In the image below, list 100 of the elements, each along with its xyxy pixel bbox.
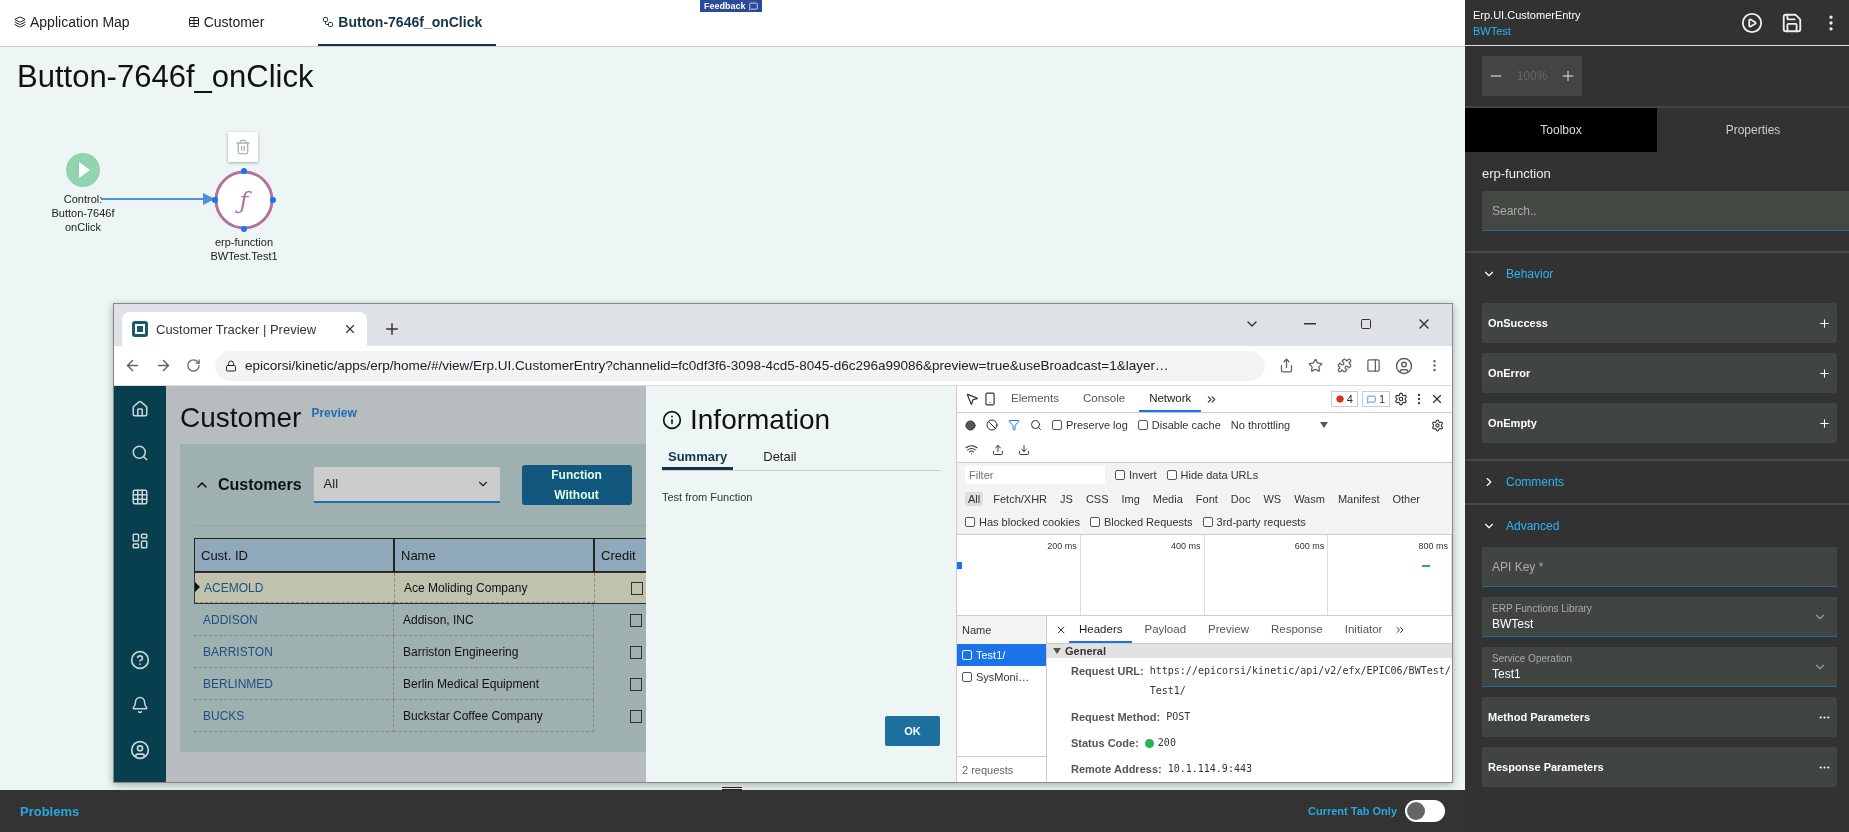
option-checkbox[interactable]: Has blocked cookies: [965, 516, 1080, 528]
section-header[interactable]: Advanced: [1465, 505, 1849, 547]
table-row[interactable]: BERLINMED Berlin Medical Equipment: [194, 668, 646, 700]
devtools-tab[interactable]: Network: [1139, 386, 1202, 412]
api-key-field[interactable]: API Key *: [1482, 547, 1837, 587]
type-filter[interactable]: All: [965, 491, 984, 506]
type-filter[interactable]: CSS: [1082, 491, 1112, 506]
type-filter[interactable]: Doc: [1227, 491, 1254, 506]
function-button[interactable]: Function Without: [521, 464, 632, 505]
checkbox[interactable]: [965, 517, 975, 527]
type-filter[interactable]: Font: [1192, 491, 1221, 506]
checkbox[interactable]: [1166, 470, 1177, 480]
type-filter[interactable]: JS: [1057, 491, 1076, 506]
type-filter[interactable]: Wasm: [1291, 491, 1328, 506]
devtools-tab[interactable]: Elements: [1001, 386, 1069, 412]
panel-tab[interactable]: Summary: [662, 446, 734, 470]
function-node[interactable]: ƒ: [211, 167, 277, 233]
filter-select[interactable]: All: [313, 466, 500, 503]
type-filter[interactable]: Img: [1118, 491, 1143, 506]
option-checkbox[interactable]: 3rd-party requests: [1202, 516, 1306, 528]
app-logo-icon: [132, 321, 148, 337]
option-checkbox[interactable]: Invert: [1115, 469, 1157, 481]
request-row[interactable]: SysMoni…: [957, 666, 1046, 688]
type-filter[interactable]: Fetch/XHR: [990, 491, 1051, 506]
column-header[interactable]: Credit: [594, 538, 646, 572]
play-icon[interactable]: [1741, 11, 1763, 34]
throttling-select[interactable]: No throttling: [1230, 419, 1329, 431]
request-row[interactable]: Test1/: [957, 644, 1046, 666]
column-header[interactable]: Name: [394, 538, 594, 572]
event-row[interactable]: OnError: [1482, 353, 1837, 393]
table-row[interactable]: BARRISTON Barriston Engineering: [194, 636, 646, 668]
event-label: OnEmpty: [1488, 417, 1537, 429]
zoom-in-icon[interactable]: [1560, 68, 1576, 84]
select-field[interactable]: ERP Functions Library BWTest: [1482, 597, 1837, 637]
table-row[interactable]: ACEMOLD Ace Moliding Company: [194, 572, 646, 604]
event-row[interactable]: OnEmpty: [1482, 403, 1837, 443]
new-tab-icon[interactable]: [383, 320, 401, 338]
checkbox[interactable]: [1089, 517, 1100, 527]
checkbox[interactable]: [631, 581, 643, 595]
checkbox[interactable]: [1137, 420, 1148, 430]
add-icon[interactable]: [1818, 366, 1831, 380]
request-info-tab[interactable]: Payload: [1134, 616, 1197, 643]
feedback-button[interactable]: Feedback: [700, 0, 762, 12]
checkbox[interactable]: [1202, 517, 1213, 527]
option-checkbox[interactable]: Hide data URLs: [1166, 469, 1259, 481]
option-checkbox[interactable]: Blocked Requests: [1089, 516, 1193, 528]
request-info-tab[interactable]: Response: [1260, 616, 1333, 643]
parameters-row[interactable]: Response Parameters: [1482, 747, 1837, 787]
save-icon[interactable]: [1781, 11, 1803, 34]
toggle-switch[interactable]: [1405, 800, 1445, 822]
message-icon: [1366, 394, 1376, 404]
filter-field[interactable]: Filter: [965, 466, 1105, 484]
layer-name[interactable]: BWTest: [1473, 24, 1581, 37]
resize-handle[interactable]: [722, 787, 742, 790]
select-field[interactable]: Service Operation Test1: [1482, 647, 1837, 687]
device-icon: [983, 392, 997, 406]
start-node[interactable]: [65, 152, 101, 188]
option-checkbox[interactable]: Preserve log: [1052, 419, 1128, 431]
checkbox[interactable]: [630, 613, 642, 627]
panel-tab[interactable]: Toolbox: [1465, 108, 1657, 152]
event-row[interactable]: OnSuccess: [1482, 303, 1837, 343]
checkbox[interactable]: [630, 645, 642, 659]
browser-tab[interactable]: Customer Tracker | Preview: [122, 312, 367, 346]
error-count[interactable]: 4: [1330, 391, 1358, 407]
checkbox[interactable]: [630, 677, 642, 691]
editor-tab[interactable]: Customer: [183, 0, 279, 46]
panel-tab[interactable]: Detail: [757, 446, 803, 470]
problems-label[interactable]: Problems: [20, 803, 80, 819]
option-checkbox[interactable]: Disable cache: [1137, 419, 1221, 431]
ok-button[interactable]: OK: [885, 716, 940, 746]
address-bar[interactable]: epicorsi/kinetic/apps/erp/home/#/view/Erp.UI.CustomerEntry?channelid=fc0df3f6-3098-4cd5-8045-d6c296a99086&preview=true&useBroadcast=1&layer…: [215, 350, 1265, 381]
type-filter[interactable]: Manifest: [1334, 491, 1383, 506]
editor-tab[interactable]: Application Map: [10, 0, 144, 46]
page-title: Customer: [180, 402, 302, 434]
request-info-tab[interactable]: Preview: [1198, 616, 1259, 643]
table-row[interactable]: ADDISON Addison, INC: [194, 604, 646, 636]
section-header[interactable]: Comments: [1465, 461, 1849, 503]
search-field[interactable]: Search..: [1482, 191, 1849, 231]
type-filter[interactable]: Other: [1389, 491, 1423, 506]
checkbox[interactable]: [1052, 420, 1062, 430]
app-name: Erp.UI.CustomerEntry: [1473, 8, 1581, 21]
type-filter[interactable]: Media: [1149, 491, 1186, 506]
section-header[interactable]: Behavior: [1465, 253, 1849, 295]
devtools-tab[interactable]: Console: [1072, 386, 1136, 412]
request-info-tab[interactable]: Initiator: [1334, 616, 1393, 643]
checkbox[interactable]: [630, 709, 642, 723]
table-row[interactable]: BUCKS Buckstar Coffee Company: [194, 700, 646, 732]
add-icon[interactable]: [1818, 316, 1831, 330]
type-filter[interactable]: WS: [1260, 491, 1285, 506]
close-icon: [1430, 392, 1444, 406]
add-icon[interactable]: [1818, 416, 1831, 430]
maximize-icon: [1360, 318, 1372, 330]
table-cell: Buckstar Coffee Company: [394, 700, 594, 732]
message-count[interactable]: 1: [1361, 391, 1390, 407]
minimize-icon[interactable]: [1304, 323, 1316, 325]
section-header[interactable]: General: [1047, 644, 1452, 658]
column-header[interactable]: Cust. ID: [194, 538, 394, 572]
parameters-row[interactable]: Method Parameters: [1482, 697, 1837, 737]
checkbox[interactable]: [1115, 470, 1125, 480]
panel-tab[interactable]: Properties: [1657, 108, 1849, 152]
